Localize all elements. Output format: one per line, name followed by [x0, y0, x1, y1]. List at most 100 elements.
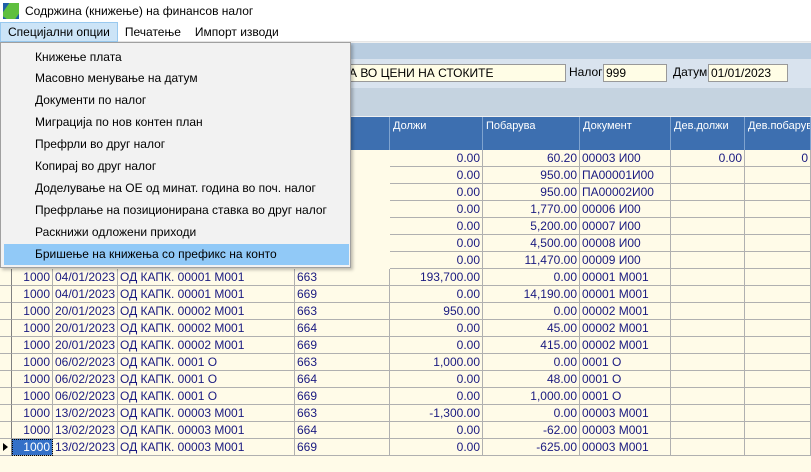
cell-dokument[interactable]: 00002 М001: [580, 337, 671, 354]
cell-opis[interactable]: ОД КАПК. 0001 О: [118, 388, 295, 405]
table-row[interactable]: 1000 13/02/2023 ОД КАПК. 00003 М001 664 0.00…: [0, 422, 811, 439]
cell-sifra[interactable]: 1000: [12, 320, 53, 337]
cell-dev-dolzi[interactable]: [671, 422, 745, 439]
cell-dev-dolzi[interactable]: [671, 303, 745, 320]
menu-special-options[interactable]: Специјални опции: [0, 21, 118, 42]
cell-dev-dolzi[interactable]: 0.00: [671, 150, 745, 167]
cell-dolzi[interactable]: 0.00: [390, 320, 483, 337]
cell-datum[interactable]: 04/01/2023: [53, 286, 118, 303]
cell-dokument[interactable]: ПА00002И00: [580, 184, 671, 201]
cell-pobaruva[interactable]: 0.00: [483, 269, 580, 286]
cell-dokument[interactable]: 00002 М001: [580, 320, 671, 337]
cell-dolzi[interactable]: 0.00: [390, 286, 483, 303]
datum-field[interactable]: 01/01/2023: [708, 64, 788, 82]
cell-konto[interactable]: 663: [295, 405, 390, 422]
cell-dolzi[interactable]: 0.00: [390, 235, 483, 252]
cell-dolzi[interactable]: 0.00: [390, 337, 483, 354]
cell-datum[interactable]: 06/02/2023: [53, 388, 118, 405]
cell-dev-dolzi[interactable]: [671, 371, 745, 388]
cell-dev-pobaruva[interactable]: [745, 269, 811, 286]
cell-dokument[interactable]: 0001 О: [580, 354, 671, 371]
cell-opis[interactable]: ОД КАПК. 0001 О: [118, 354, 295, 371]
cell-dolzi[interactable]: 0.00: [390, 388, 483, 405]
cell-dokument[interactable]: 00003 М001: [580, 422, 671, 439]
cell-dolzi[interactable]: 193,700.00: [390, 269, 483, 286]
cell-dev-pobaruva[interactable]: [745, 201, 811, 218]
cell-opis[interactable]: ОД КАПК. 00003 М001: [118, 405, 295, 422]
cell-dolzi[interactable]: 0.00: [390, 439, 483, 456]
cell-dolzi[interactable]: 0.00: [390, 218, 483, 235]
cell-dolzi[interactable]: 0.00: [390, 371, 483, 388]
cell-datum[interactable]: 20/01/2023: [53, 337, 118, 354]
cell-dev-dolzi[interactable]: [671, 388, 745, 405]
menu-option-payroll-posting[interactable]: Книжење плата: [4, 47, 349, 68]
column-header-dolzi[interactable]: Должи: [390, 117, 483, 150]
cell-dev-pobaruva[interactable]: [745, 218, 811, 235]
menu-option-migration-chart[interactable]: Миграција по нов контен план: [4, 112, 349, 133]
cell-opis[interactable]: ОД КАПК. 00003 М001: [118, 422, 295, 439]
cell-dokument[interactable]: ПА00001И00: [580, 167, 671, 184]
cell-dev-pobaruva[interactable]: [745, 235, 811, 252]
cell-konto[interactable]: 669: [295, 286, 390, 303]
cell-datum[interactable]: 20/01/2023: [53, 320, 118, 337]
cell-sifra[interactable]: 1000: [12, 388, 53, 405]
table-row[interactable]: 1000 06/02/2023 ОД КАПК. 0001 О 663 1,000.00…: [0, 354, 811, 371]
cell-konto[interactable]: 663: [295, 354, 390, 371]
cell-sifra[interactable]: 1000: [12, 269, 53, 286]
menu-option-copy-to-order[interactable]: Копирај во друг налог: [4, 156, 349, 177]
cell-dev-dolzi[interactable]: [671, 405, 745, 422]
cell-sifra[interactable]: 1000: [12, 422, 53, 439]
cell-opis[interactable]: ОД КАПК. 00002 М001: [118, 320, 295, 337]
cell-dolzi[interactable]: -1,300.00: [390, 405, 483, 422]
menu-printing[interactable]: Печатење: [118, 22, 188, 42]
cell-datum[interactable]: 13/02/2023: [53, 405, 118, 422]
cell-dolzi[interactable]: 0.00: [390, 201, 483, 218]
cell-pobaruva[interactable]: 1,000.00: [483, 388, 580, 405]
cell-dev-dolzi[interactable]: [671, 184, 745, 201]
cell-dev-pobaruva[interactable]: [745, 320, 811, 337]
row-indicator[interactable]: [0, 405, 12, 422]
cell-pobaruva[interactable]: -62.00: [483, 422, 580, 439]
table-row[interactable]: 1000 13/02/2023 ОД КАПК. 00003 М001 669 0.00…: [0, 439, 811, 456]
cell-dolzi[interactable]: 0.00: [390, 184, 483, 201]
cell-dolzi[interactable]: 950.00: [390, 303, 483, 320]
cell-dev-pobaruva[interactable]: [745, 422, 811, 439]
cell-konto[interactable]: 664: [295, 371, 390, 388]
menu-option-move-to-order[interactable]: Префрли во друг налог: [4, 134, 349, 155]
cell-dolzi[interactable]: 0.00: [390, 422, 483, 439]
cell-dev-dolzi[interactable]: [671, 286, 745, 303]
table-row[interactable]: 1000 04/01/2023 ОД КАПК. 00001 М001 669 0.00…: [0, 286, 811, 303]
cell-sifra[interactable]: 1000: [12, 439, 53, 456]
table-row[interactable]: 1000 20/01/2023 ОД КАПК. 00002 М001 664 0.00…: [0, 320, 811, 337]
cell-dev-pobaruva[interactable]: [745, 354, 811, 371]
cell-dokument[interactable]: 0001 О: [580, 371, 671, 388]
cell-dokument[interactable]: 00003 М001: [580, 439, 671, 456]
cell-dev-pobaruva[interactable]: [745, 184, 811, 201]
cell-sifra[interactable]: 1000: [12, 354, 53, 371]
cell-sifra[interactable]: 1000: [12, 371, 53, 388]
cell-datum[interactable]: 20/01/2023: [53, 303, 118, 320]
cell-pobaruva[interactable]: 5,200.00: [483, 218, 580, 235]
cell-datum[interactable]: 06/02/2023: [53, 354, 118, 371]
cell-pobaruva[interactable]: 48.00: [483, 371, 580, 388]
description-field[interactable]: КА ВО ЦЕНИ НА СТОКИТЕ: [338, 64, 566, 82]
cell-dev-dolzi[interactable]: [671, 218, 745, 235]
cell-datum[interactable]: 13/02/2023: [53, 439, 118, 456]
column-header-pobaruva[interactable]: Побарува: [483, 117, 580, 150]
cell-dev-dolzi[interactable]: [671, 269, 745, 286]
cell-dokument[interactable]: 00001 М001: [580, 286, 671, 303]
cell-pobaruva[interactable]: 0.00: [483, 303, 580, 320]
cell-sifra[interactable]: 1000: [12, 405, 53, 422]
cell-konto[interactable]: 663: [295, 269, 390, 286]
column-header-dokument[interactable]: Документ: [580, 117, 671, 150]
cell-dolzi[interactable]: 1,000.00: [390, 354, 483, 371]
table-row[interactable]: 1000 20/01/2023 ОД КАПК. 00002 М001 669 0.00…: [0, 337, 811, 354]
cell-dolzi[interactable]: 0.00: [390, 252, 483, 269]
cell-pobaruva[interactable]: 14,190.00: [483, 286, 580, 303]
cell-dev-pobaruva[interactable]: [745, 286, 811, 303]
cell-dokument[interactable]: 00003 М001: [580, 405, 671, 422]
cell-dev-dolzi[interactable]: [671, 337, 745, 354]
cell-dev-pobaruva[interactable]: [745, 439, 811, 456]
cell-dolzi[interactable]: 0.00: [390, 167, 483, 184]
cell-konto[interactable]: 663: [295, 303, 390, 320]
